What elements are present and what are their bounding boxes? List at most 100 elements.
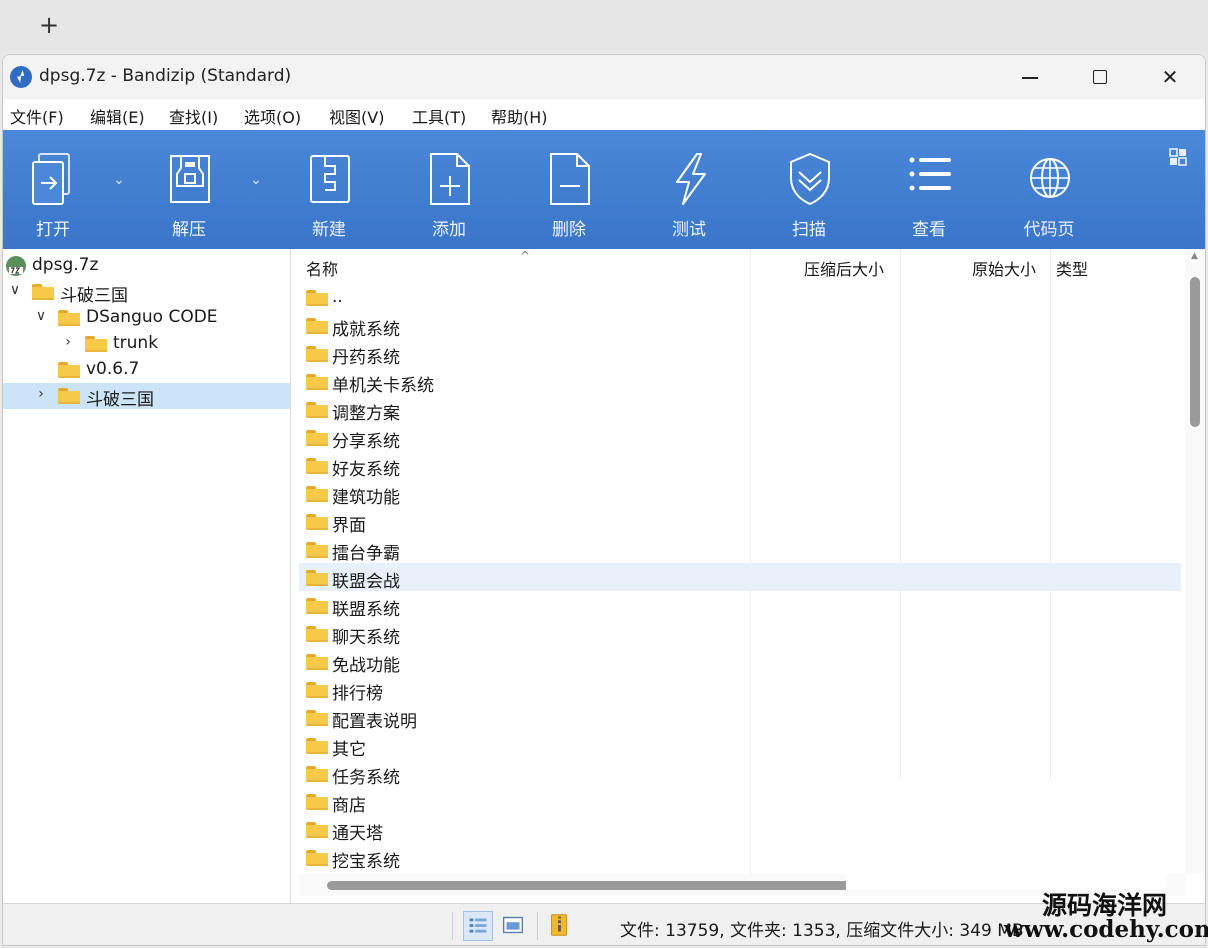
open-icon <box>32 153 70 205</box>
menu-options[interactable]: 选项(O) <box>244 104 301 128</box>
column-header-original-size[interactable]: 原始大小 <box>972 256 1036 280</box>
sort-ascending-icon: ^ <box>520 249 531 263</box>
file-row[interactable]: 界面 <box>299 507 1181 536</box>
file-row[interactable]: 排行榜 <box>299 675 1181 704</box>
tree-item-trunk[interactable]: › trunk <box>3 331 290 357</box>
preview-view-button[interactable] <box>499 911 529 941</box>
file-name: 通天塔 <box>332 824 383 844</box>
file-row[interactable]: 成就系统 <box>299 311 1181 340</box>
folder-icon <box>58 310 80 326</box>
file-row[interactable]: 其它 <box>299 731 1181 760</box>
folder-icon <box>306 514 328 530</box>
file-row[interactable]: 免战功能 <box>299 647 1181 676</box>
toolbar-extract-button[interactable]: 解压 <box>147 150 231 246</box>
menu-help[interactable]: 帮助(H) <box>491 104 548 128</box>
menu-tools[interactable]: 工具(T) <box>412 104 466 128</box>
toolbar-scan-button[interactable]: 扫描 <box>767 150 851 246</box>
details-view-button[interactable] <box>463 911 493 941</box>
tree-item-label: 斗破三国 <box>86 390 154 410</box>
file-row[interactable]: 单机关卡系统 <box>299 367 1181 396</box>
file-name: 其它 <box>332 740 366 760</box>
minimize-button[interactable] <box>995 55 1065 99</box>
folder-icon <box>306 430 328 446</box>
tree-item-doupo-sanguo-sub[interactable]: › 斗破三国 <box>3 383 290 410</box>
horizontal-scroll-thumb[interactable] <box>327 881 857 890</box>
file-row[interactable]: 调整方案 <box>299 395 1181 424</box>
folder-icon <box>58 362 80 378</box>
toolbar-new-button[interactable]: 新建 <box>287 150 371 246</box>
tree-item-v067[interactable]: v0.6.7 <box>3 357 290 383</box>
status-divider <box>452 912 453 940</box>
preview-view-icon <box>502 916 524 934</box>
file-name: 挖宝系统 <box>332 852 400 872</box>
column-header-type[interactable]: 类型 <box>1056 256 1088 280</box>
toolbar-test-button[interactable]: 测试 <box>647 150 731 246</box>
file-name: 任务系统 <box>332 768 400 788</box>
folder-icon <box>306 486 328 502</box>
file-row[interactable]: .. <box>299 283 1181 311</box>
folder-icon <box>306 374 328 390</box>
file-name: 建筑功能 <box>332 488 400 508</box>
open-dropdown-arrow[interactable]: ⌄ <box>111 172 127 188</box>
file-name: 丹药系统 <box>332 348 400 368</box>
toolbar-scan-label: 扫描 <box>792 220 826 240</box>
toolbar-open-button[interactable]: 打开 <box>11 150 95 246</box>
file-row[interactable]: 聊天系统 <box>299 619 1181 648</box>
folder-icon <box>306 598 328 614</box>
file-row[interactable]: 擂台争霸 <box>299 535 1181 564</box>
chevron-down-icon[interactable]: ∨ <box>7 282 23 298</box>
chevron-right-icon[interactable]: › <box>33 386 49 402</box>
file-name: .. <box>332 287 343 307</box>
column-header-name[interactable]: 名称 <box>306 256 338 280</box>
vertical-scrollbar[interactable]: ▲ <box>1185 249 1205 874</box>
menu-file[interactable]: 文件(F) <box>10 104 64 128</box>
folder-icon <box>58 388 80 404</box>
tree-item-dsanguo-code[interactable]: ∨ DSanguo CODE <box>3 305 290 331</box>
folder-icon <box>306 318 328 334</box>
new-tab-button[interactable]: + <box>36 10 62 40</box>
new-archive-icon <box>310 155 350 203</box>
file-row[interactable]: 分享系统 <box>299 423 1181 452</box>
toolbar-delete-button[interactable]: 删除 <box>527 150 611 246</box>
file-row[interactable]: 配置表说明 <box>299 703 1181 732</box>
chevron-right-icon[interactable]: › <box>60 334 76 350</box>
file-row[interactable]: 建筑功能 <box>299 479 1181 508</box>
bandizip-app-icon <box>10 66 32 88</box>
maximize-button[interactable] <box>1065 55 1135 99</box>
file-row[interactable]: 联盟系统 <box>299 591 1181 620</box>
tree-item-label: trunk <box>113 333 159 353</box>
details-view-icon <box>469 918 487 933</box>
toolbar-new-label: 新建 <box>312 220 346 240</box>
column-header-compressed-size[interactable]: 压缩后大小 <box>804 256 884 280</box>
menu-edit[interactable]: 编辑(E) <box>90 104 145 128</box>
scroll-up-arrow[interactable]: ▲ <box>1191 251 1198 261</box>
file-row[interactable]: 丹药系统 <box>299 339 1181 368</box>
vertical-scroll-thumb[interactable] <box>1190 277 1200 427</box>
close-button[interactable]: ✕ <box>1135 55 1205 99</box>
toolbar-view-button[interactable]: 查看 <box>887 150 971 246</box>
folder-icon <box>306 766 328 782</box>
window-title: dpsg.7z - Bandizip (Standard) <box>39 66 292 86</box>
toolbar-add-button[interactable]: 添加 <box>407 150 491 246</box>
menu-find[interactable]: 查找(I) <box>169 104 218 128</box>
toolbar-codepage-button[interactable]: 代码页 <box>1007 150 1091 246</box>
archive-book-icon <box>551 914 567 936</box>
list-view-icon <box>909 157 951 191</box>
shield-icon <box>790 152 830 206</box>
folder-icon <box>306 738 328 754</box>
watermark-mask <box>846 780 1166 890</box>
menu-view[interactable]: 视图(V) <box>329 104 384 128</box>
extract-dropdown-arrow[interactable]: ⌄ <box>248 172 264 188</box>
tree-item-doupo-sanguo[interactable]: ∨ 斗破三国 <box>3 279 290 306</box>
tree-item-archive-root[interactable]: dpsg.7z <box>3 253 290 279</box>
folder-icon <box>306 654 328 670</box>
file-row[interactable]: 好友系统 <box>299 451 1181 480</box>
file-row[interactable]: 联盟会战 <box>299 563 1181 592</box>
chevron-down-icon[interactable]: ∨ <box>33 308 49 324</box>
toolbar: 打开 ⌄ 解压 ⌄ 新建 添加 删除 测试 扫描 查看 代码页 <box>3 130 1205 249</box>
archive-info-button[interactable] <box>545 911 575 941</box>
layout-toggle-icon[interactable] <box>1167 146 1189 168</box>
folder-icon <box>306 402 328 418</box>
7z-archive-icon <box>6 256 26 276</box>
folder-icon <box>306 682 328 698</box>
